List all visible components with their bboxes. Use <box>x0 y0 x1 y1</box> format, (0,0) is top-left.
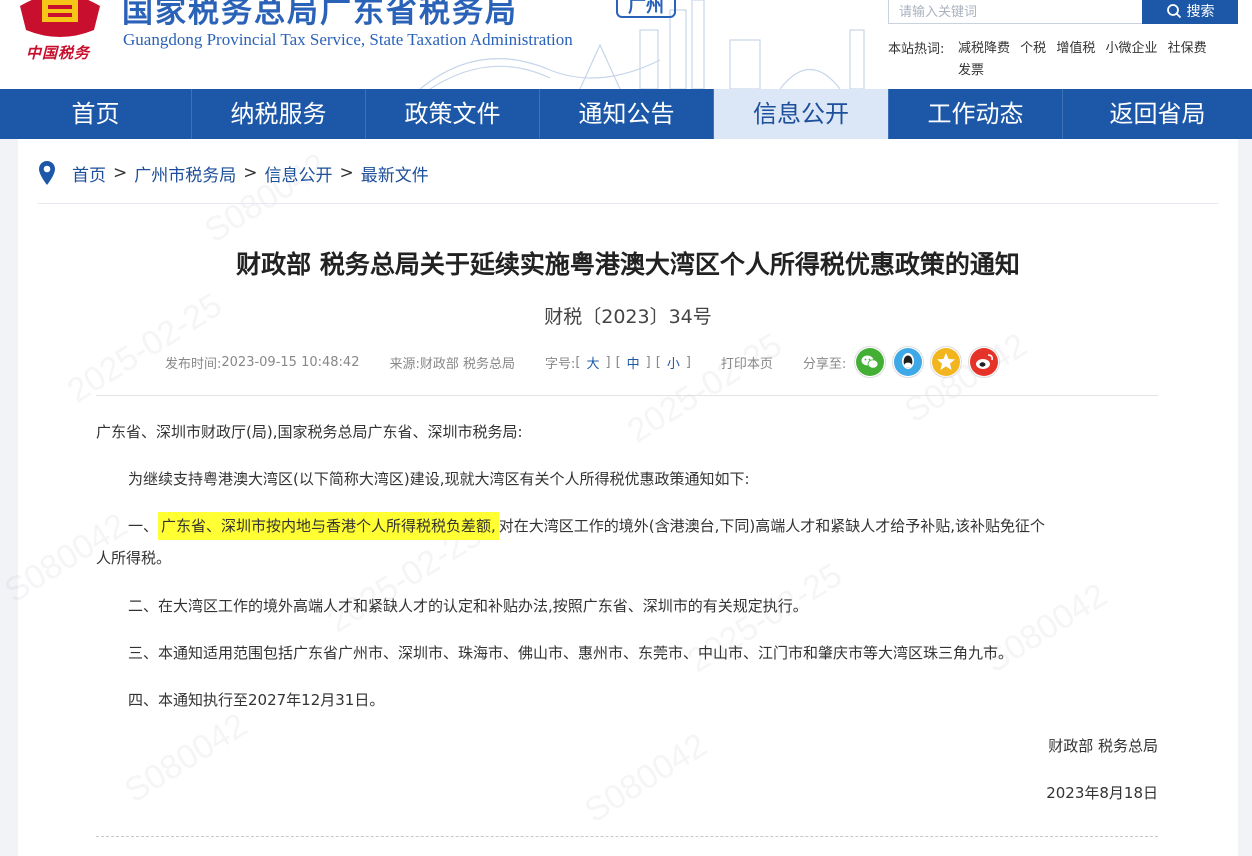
breadcrumb-divider <box>38 203 1218 204</box>
nav-item-work-news[interactable]: 工作动态 <box>889 89 1063 139</box>
nav-item-notices[interactable]: 通知公告 <box>540 89 714 139</box>
highlighted-text: 广东省、深圳市按内地与香港个人所得税税负差额, <box>158 512 499 540</box>
search-icon <box>1166 4 1181 19</box>
main-nav: 首页 纳税服务 政策文件 通知公告 信息公开 工作动态 返回省局 <box>0 89 1252 139</box>
print-page-link[interactable]: 打印本页 <box>721 353 773 372</box>
font-size-small-link[interactable]: 小 <box>661 353 686 372</box>
hot-words-list: 减税降费 个税 增值税 小微企业 社保费 发票 <box>958 38 1228 82</box>
article-panel: S080042 2025-02-25 2025-02-25 S080042 S0… <box>0 139 1238 856</box>
breadcrumb-link-home[interactable]: 首页 <box>72 161 106 186</box>
share-label: 分享至: <box>802 356 847 372</box>
font-size-label: 字号: <box>545 356 576 372</box>
share-weibo-button[interactable] <box>968 346 1001 378</box>
salutation: 广东省、深圳市财政厅(局),国家税务总局广东省、深圳市税务局: <box>96 423 523 441</box>
nav-item-tax-services[interactable]: 纳税服务 <box>192 89 366 139</box>
share-wechat-button[interactable] <box>854 346 887 378</box>
breadcrumb: 首页 > 广州市税务局 > 信息公开 > 最新文件 <box>38 153 429 193</box>
breadcrumb-link-guangzhou-bureau[interactable]: 广州市税务局 <box>134 161 236 186</box>
nav-item-home[interactable]: 首页 <box>0 89 192 139</box>
font-size-large-link[interactable]: 大 <box>580 353 605 372</box>
search-button[interactable]: 搜索 <box>1142 0 1238 24</box>
watermark: S080042 <box>978 575 1114 681</box>
font-size-medium-link[interactable]: 中 <box>621 353 646 372</box>
hot-words-label: 本站热词: <box>888 42 945 57</box>
publish-time-label: 发布时间: <box>165 356 222 372</box>
search-button-label: 搜索 <box>1186 4 1215 20</box>
article-meta: 发布时间: 2023-09-15 10:48:42 来源: 财政部 税务总局 字… <box>165 343 1001 381</box>
search-input[interactable] <box>888 0 1142 24</box>
wechat-icon <box>856 348 885 376</box>
hot-word-link[interactable]: 社保费 <box>1168 41 1207 56</box>
source-value: 财政部 税务总局 <box>419 356 515 372</box>
item-1-text: 对在大湾区工作的境外(含港澳台,下同)高端人才和紧缺人才给予补贴,该补贴免征个 <box>498 517 1046 535</box>
site-title-english: Guangdong Provincial Tax Service, State … <box>123 30 573 49</box>
bottom-divider <box>96 836 1158 837</box>
emblem-caption: 中国税务 <box>26 44 91 62</box>
intro-paragraph: 为继续支持粤港澳大湾区(以下简称大湾区)建设,现就大湾区有关个人所得税优惠政策通… <box>128 470 750 488</box>
tax-emblem-icon <box>20 0 100 37</box>
site-title[interactable]: 国家税务总局广东省税务局 <box>122 0 518 31</box>
meta-divider <box>96 395 1158 396</box>
watermark: S080042 <box>578 725 714 831</box>
watermark: S080042 <box>118 705 254 811</box>
weibo-icon <box>970 348 999 376</box>
location-pin-icon <box>39 161 55 185</box>
hot-word-link[interactable]: 个税 <box>1020 41 1046 56</box>
item-1-continuation: 人所得税。 <box>96 549 172 567</box>
qq-icon <box>894 348 923 376</box>
nav-item-information-disclosure[interactable]: 信息公开 <box>714 89 889 139</box>
site-header: 中国税务 国家税务总局广东省税务局 广州 Guangdong Provincia… <box>0 0 1252 89</box>
nav-item-policy-documents[interactable]: 政策文件 <box>366 89 540 139</box>
hot-word-link[interactable]: 发票 <box>958 63 984 78</box>
hot-word-link[interactable]: 小微企业 <box>1105 41 1157 56</box>
hot-word-link[interactable]: 减税降费 <box>958 41 1010 56</box>
breadcrumb-link-latest-documents[interactable]: 最新文件 <box>361 161 429 186</box>
breadcrumb-link-information-disclosure[interactable]: 信息公开 <box>265 161 333 186</box>
document-number: 财税〔2023〕34号 <box>544 306 712 328</box>
signature: 财政部 税务总局 <box>1048 737 1158 755</box>
item-2-paragraph: 二、在大湾区工作的境外高端人才和紧缺人才的认定和补贴办法,按照广东省、深圳市的有… <box>128 597 808 615</box>
item-3-paragraph: 三、本通知适用范围包括广东省广州市、深圳市、珠海市、佛山市、惠州市、东莞市、中山… <box>128 644 1014 662</box>
city-badge: 广州 <box>616 0 676 18</box>
qzone-star-icon <box>932 348 961 376</box>
item-1-prefix: 一、 <box>128 517 159 535</box>
share-icons <box>854 346 1001 378</box>
article-title: 财政部 税务总局关于延续实施粤港澳大湾区个人所得税优惠政策的通知 <box>236 250 1020 279</box>
item-4-paragraph: 四、本通知执行至2027年12月31日。 <box>128 691 385 709</box>
breadcrumb-separator: > <box>339 163 354 183</box>
nav-item-back-to-province[interactable]: 返回省局 <box>1063 89 1252 139</box>
hot-word-link[interactable]: 增值税 <box>1056 41 1095 56</box>
share-qzone-button[interactable] <box>930 346 963 378</box>
source-label: 来源: <box>389 356 420 372</box>
breadcrumb-separator: > <box>243 163 258 183</box>
breadcrumb-separator: > <box>113 163 128 183</box>
issue-date: 2023年8月18日 <box>1046 784 1158 802</box>
share-qq-button[interactable] <box>892 346 925 378</box>
item-1-paragraph: 一、 广东省、深圳市按内地与香港个人所得税税负差额, 对在大湾区工作的境外(含港澳台… <box>128 512 1046 540</box>
publish-time: 2023-09-15 10:48:42 <box>221 354 360 370</box>
